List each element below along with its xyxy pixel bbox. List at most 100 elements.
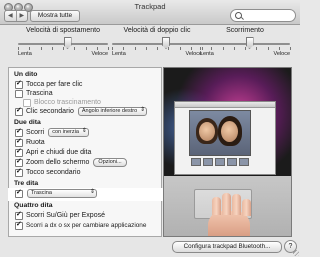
rotate-checkbox[interactable] bbox=[15, 137, 23, 147]
scrolling-speed-label: Scorrimento bbox=[226, 27, 264, 34]
slider-tick bbox=[51, 47, 53, 50]
slider-min-label: Lenta bbox=[112, 51, 126, 57]
switch-apps-option[interactable]: Scorri a dx o sx per cambiare applicazio… bbox=[15, 220, 147, 230]
drag-option[interactable]: Trascina bbox=[15, 89, 53, 98]
expose-option[interactable]: Scorri Su/Giù per Exposé bbox=[15, 210, 105, 220]
gesture-options-panel: Un dito Tocca per fare clic Trascina Blo… bbox=[8, 67, 171, 237]
slider-min-label: Lenta bbox=[200, 51, 214, 57]
slider-tick bbox=[267, 47, 269, 50]
switch-apps-checkbox[interactable] bbox=[15, 220, 23, 230]
section-three-fingers: Tre dita bbox=[14, 180, 39, 187]
finger bbox=[212, 197, 221, 215]
search-field[interactable] bbox=[230, 9, 296, 22]
slider-tick bbox=[40, 47, 42, 50]
slider-max-label: Veloce bbox=[273, 51, 290, 57]
zoom-options-button[interactable]: Opzioni... bbox=[93, 158, 127, 167]
slider-tick bbox=[233, 47, 235, 50]
slider-tick bbox=[108, 47, 109, 50]
drag-checkbox[interactable] bbox=[15, 89, 23, 98]
secondary-click-popup[interactable]: Angolo inferiore destro bbox=[77, 107, 148, 116]
slider-min-label: Lenta bbox=[18, 51, 32, 57]
scroll-mode-popup[interactable]: con inerzia bbox=[48, 128, 89, 137]
rotate-label: Ruota bbox=[26, 139, 45, 146]
slider-tick bbox=[18, 47, 19, 50]
finger bbox=[222, 193, 231, 215]
slider-tick bbox=[63, 47, 64, 50]
finger bbox=[232, 194, 241, 215]
slider-tick bbox=[211, 47, 213, 50]
screen-zoom-option[interactable]: Zoom dello schermo Opzioni... bbox=[15, 157, 127, 167]
section-one-finger: Un dito bbox=[14, 71, 38, 78]
slider-ticks bbox=[200, 47, 291, 51]
slider-tick bbox=[190, 47, 192, 50]
slider-tick bbox=[179, 47, 181, 50]
section-four-fingers: Quattro dita bbox=[14, 202, 53, 209]
back-arrow-icon[interactable]: ◀ bbox=[5, 11, 16, 21]
three-finger-action-popup[interactable]: Trascina bbox=[27, 189, 97, 198]
tracking-speed-label: Velocità di spostamento bbox=[26, 27, 100, 34]
slider-tick bbox=[245, 47, 246, 50]
tracking-speed-slider-group: Velocità di spostamento Lenta Veloce bbox=[18, 27, 109, 57]
slider-tick bbox=[145, 47, 147, 50]
search-icon bbox=[235, 12, 242, 19]
preview-screen bbox=[174, 101, 276, 175]
switch-apps-label: Scorri a dx o sx per cambiare applicazio… bbox=[26, 222, 147, 229]
pinch-checkbox[interactable] bbox=[15, 147, 23, 157]
scrolling-speed-slider[interactable] bbox=[200, 37, 291, 50]
slider-tick bbox=[256, 47, 258, 50]
pinch-label: Apri e chiudi due dita bbox=[26, 149, 92, 156]
scroll-checkbox[interactable] bbox=[15, 127, 23, 137]
slider-tick bbox=[168, 47, 170, 50]
slider-tick bbox=[96, 47, 98, 50]
scroll-label: Scorri bbox=[26, 129, 45, 136]
resize-grip[interactable] bbox=[293, 250, 299, 256]
forward-arrow-icon[interactable]: ▶ bbox=[15, 11, 28, 21]
slider-tick bbox=[278, 47, 280, 50]
three-finger-drag-checkbox[interactable] bbox=[15, 188, 23, 198]
slider-tick bbox=[157, 47, 158, 50]
trackpad-preferences-window: Trackpad ◀ ▶ Mostra tutte Velocità di sp… bbox=[0, 0, 300, 257]
title-bar: Trackpad ◀ ▶ Mostra tutte bbox=[0, 0, 300, 25]
secondary-click-option[interactable]: Clic secondario Angolo inferiore destro bbox=[15, 106, 148, 116]
preview-photo bbox=[189, 110, 251, 156]
scroll-option[interactable]: Scorri con inerzia bbox=[15, 127, 89, 137]
tap-to-click-checkbox[interactable] bbox=[15, 79, 23, 89]
secondary-tap-checkbox[interactable] bbox=[15, 167, 23, 177]
preview-screen-titlebar bbox=[175, 102, 275, 108]
secondary-click-checkbox[interactable] bbox=[15, 106, 23, 116]
pinch-option[interactable]: Apri e chiudi due dita bbox=[15, 147, 92, 157]
slider-tick bbox=[134, 47, 136, 50]
drag-lock-checkbox bbox=[23, 98, 31, 107]
slider-max-label: Veloce bbox=[91, 51, 108, 57]
slider-tick bbox=[29, 47, 31, 50]
slider-tick bbox=[290, 47, 291, 50]
preview-thumbnails bbox=[191, 158, 249, 166]
slider-tick bbox=[112, 47, 113, 50]
secondary-tap-label: Tocco secondario bbox=[26, 169, 81, 176]
gesture-preview bbox=[163, 67, 292, 237]
slider-ticks bbox=[112, 47, 203, 51]
scrolling-speed-slider-group: Scorrimento Lenta Veloce bbox=[200, 27, 291, 57]
configure-bluetooth-trackpad-button[interactable]: Configura trackpad Bluetooth... bbox=[172, 241, 282, 253]
expose-checkbox[interactable] bbox=[15, 210, 23, 220]
slider-tick bbox=[74, 47, 76, 50]
screen-zoom-checkbox[interactable] bbox=[15, 157, 23, 167]
tap-to-click-label: Tocca per fare clic bbox=[26, 81, 83, 88]
three-finger-drag-option[interactable]: Trascina bbox=[15, 188, 97, 198]
secondary-tap-option[interactable]: Tocco secondario bbox=[15, 167, 81, 177]
slider-tick bbox=[85, 47, 87, 50]
double-click-speed-slider-group: Velocità di doppio clic Lenta Veloce bbox=[112, 27, 203, 57]
drag-lock-label: Blocco trascinamento bbox=[34, 99, 101, 106]
double-click-speed-slider[interactable] bbox=[112, 37, 203, 50]
expose-label: Scorri Su/Giù per Exposé bbox=[26, 212, 105, 219]
back-forward-control: ◀ ▶ bbox=[4, 10, 28, 22]
drag-label: Trascina bbox=[26, 90, 53, 97]
slider-tick bbox=[123, 47, 125, 50]
drag-lock-option: Blocco trascinamento bbox=[23, 98, 101, 107]
double-click-speed-label: Velocità di doppio clic bbox=[123, 27, 191, 34]
secondary-click-label: Clic secondario bbox=[26, 108, 74, 115]
tracking-speed-slider[interactable] bbox=[18, 37, 109, 50]
show-all-button[interactable]: Mostra tutte bbox=[30, 10, 80, 22]
slider-tick bbox=[200, 47, 201, 50]
tap-to-click-option[interactable]: Tocca per fare clic bbox=[15, 79, 83, 89]
